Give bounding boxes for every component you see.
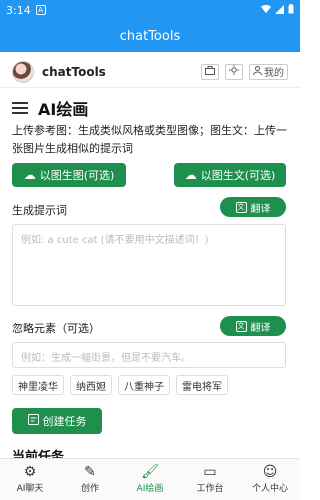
prompt-textarea[interactable]: 例如: a cute cat (请不要用中文描述词！): [12, 224, 286, 306]
notification-icon: A: [35, 5, 46, 15]
person-icon: ☺: [262, 464, 278, 480]
tag-item[interactable]: 神里凌华: [12, 375, 64, 395]
nav-item-ai-painting[interactable]: 🖌 AI绘画: [120, 459, 180, 500]
page-description: 上传参考图：生成类似风格或类型图像；图生文：上传一张图片生成相似的提示词: [12, 124, 287, 155]
status-bar: 3:14 A: [0, 0, 300, 20]
wifi-icon: [261, 4, 271, 17]
battery-icon: [288, 3, 294, 17]
edit-icon: ✎: [84, 464, 96, 480]
nav-label: AI聊天: [16, 484, 44, 494]
mine-button[interactable]: 我的: [249, 63, 288, 80]
tags-row: 神里凌华 纳西妲 八重神子 雷电将军: [12, 375, 228, 395]
negative-label: 忽略元素（可选）: [12, 322, 100, 335]
app-bar: chatTools: [0, 20, 300, 52]
tag-item[interactable]: 雷电将军: [176, 375, 228, 395]
img2img-button[interactable]: ☁ 以图生图(可选): [12, 163, 126, 187]
translate-icon: 文: [235, 201, 247, 213]
gear-icon: ⚙: [23, 464, 37, 480]
prompt-translate-button[interactable]: 文 翻译: [220, 197, 286, 217]
prompt-placeholder: 例如: a cute cat (请不要用中文描述词！): [21, 235, 209, 246]
negative-input[interactable]: 例如：生成一幅街景，但是不要汽车。: [12, 342, 286, 368]
briefcase-icon: [205, 65, 215, 78]
create-task-label: 创建任务: [42, 415, 87, 428]
monitor-icon: ▭: [203, 464, 217, 480]
translate-label: 翻译: [250, 322, 271, 334]
nav-label: 工作台: [196, 484, 224, 494]
cloud-upload-icon: ☁: [184, 168, 197, 182]
brand-actions: 我的: [201, 63, 288, 80]
nav-item-ai-chat[interactable]: ⚙ AI聊天: [0, 459, 60, 500]
brush-icon: 🖌: [141, 464, 159, 480]
img2text-button[interactable]: ☁ 以图生文(可选): [174, 163, 286, 187]
nav-label: 个人中心: [251, 484, 288, 494]
menu-icon[interactable]: [12, 102, 28, 114]
app-title: chatTools: [119, 28, 181, 44]
avatar[interactable]: [12, 60, 34, 83]
negative-translate-button[interactable]: 文 翻译: [220, 316, 286, 336]
tag-item[interactable]: 纳西妲: [70, 375, 112, 395]
translate-label: 翻译: [250, 203, 271, 215]
tag-item[interactable]: 八重神子: [118, 375, 170, 395]
sun-icon: [229, 65, 239, 78]
cloud-upload-icon: ☁: [23, 168, 36, 182]
status-time: 3:14: [6, 3, 31, 17]
bottom-nav: ⚙ AI聊天 ✎ 创作 🖌 AI绘画 ▭ 工作台 ☺ 个人中心: [0, 458, 300, 500]
img2text-label: 以图生文(可选): [200, 169, 276, 182]
page-title: AI绘画: [38, 100, 89, 119]
nav-label: AI绘画: [136, 484, 164, 494]
brightness-button[interactable]: [225, 63, 243, 80]
person-icon: [253, 65, 262, 78]
page-title-row: AI绘画: [12, 96, 88, 120]
create-task-icon: [27, 414, 39, 428]
translate-icon: 文: [235, 320, 247, 332]
brand-name: chatTools: [42, 64, 106, 79]
nav-item-create[interactable]: ✎ 创作: [60, 459, 120, 500]
brand-row: chatTools 我的: [0, 56, 300, 88]
briefcase-button[interactable]: [201, 63, 219, 80]
prompt-label: 生成提示词: [12, 204, 67, 217]
img2img-label: 以图生图(可选): [39, 169, 115, 182]
nav-label: 创作: [80, 484, 99, 494]
nav-item-workbench[interactable]: ▭ 工作台: [180, 459, 240, 500]
nav-item-profile[interactable]: ☺ 个人中心: [240, 459, 300, 500]
negative-placeholder: 例如：生成一幅街景，但是不要汽车。: [21, 353, 191, 364]
signal-icon: [275, 4, 284, 17]
mine-label: 我的: [264, 68, 284, 79]
create-task-button[interactable]: 创建任务: [12, 408, 102, 434]
